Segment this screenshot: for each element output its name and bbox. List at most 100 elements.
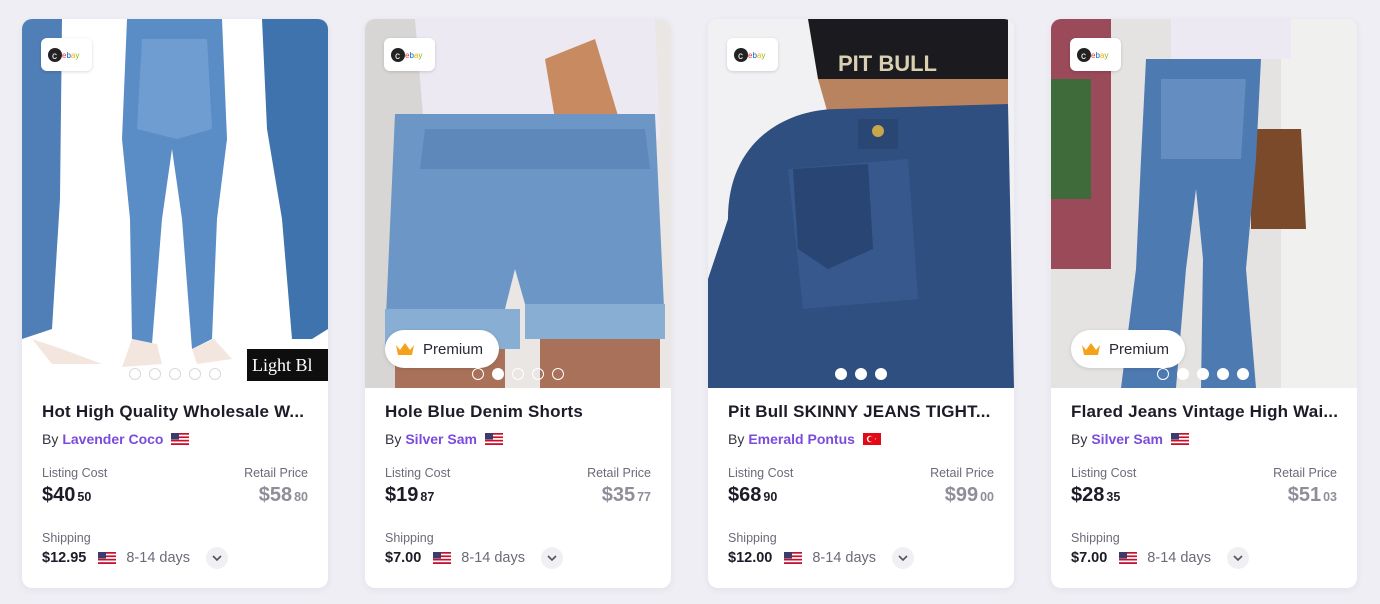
svg-text:c: c — [395, 51, 400, 62]
carousel-dots — [22, 368, 328, 380]
product-title[interactable]: Pit Bull SKINNY JEANS TIGHT... — [728, 402, 996, 422]
shipping-price: $12.00 — [728, 550, 773, 566]
ebay-badge: c ebay — [727, 38, 778, 71]
shipping-price: $7.00 — [385, 550, 422, 566]
carousel-dot[interactable] — [149, 368, 161, 380]
carousel-dot[interactable] — [835, 368, 847, 380]
carousel-dot[interactable] — [855, 368, 867, 380]
product-card[interactable]: c ebay Premium Flared Jeans Vintage High… — [1051, 19, 1357, 588]
seller-link[interactable]: Emerald Pontus — [748, 431, 855, 447]
svg-text:ebay: ebay — [405, 51, 422, 60]
carousel-dot[interactable] — [472, 368, 484, 380]
crown-icon — [396, 343, 414, 355]
svg-text:ebay: ebay — [62, 51, 79, 60]
us-flag-icon — [1119, 552, 1138, 564]
ebay-logo-icon: c ebay — [390, 47, 422, 62]
shipping-label: Shipping — [385, 531, 434, 545]
carousel-dot[interactable] — [532, 368, 544, 380]
seller-link[interactable]: Lavender Coco — [62, 431, 163, 447]
retail-price-label: Retail Price — [1273, 466, 1337, 480]
premium-badge: Premium — [1071, 330, 1186, 368]
product-image-carousel[interactable]: Light Bl c ebay — [22, 19, 328, 388]
us-flag-icon — [98, 552, 117, 564]
product-image-carousel[interactable]: c ebay Premium — [1051, 19, 1357, 388]
seller-line: By Silver Sam — [1071, 431, 1189, 447]
shipping-row: $7.00 8-14 days — [385, 547, 563, 569]
carousel-dot[interactable] — [875, 368, 887, 380]
by-label: By — [385, 431, 402, 447]
product-title[interactable]: Hole Blue Denim Shorts — [385, 402, 653, 422]
premium-label: Premium — [1109, 340, 1170, 358]
turkey-flag-icon — [862, 433, 881, 445]
svg-text:c: c — [52, 51, 57, 62]
carousel-dot[interactable] — [1217, 368, 1229, 380]
svg-text:c: c — [1081, 51, 1086, 62]
retail-price-label: Retail Price — [244, 466, 308, 480]
listing-cost-label: Listing Cost — [1071, 466, 1137, 480]
carousel-dot[interactable] — [1237, 368, 1249, 380]
chevron-down-icon — [212, 555, 222, 561]
ebay-logo-icon: c ebay — [47, 47, 79, 62]
by-label: By — [42, 431, 59, 447]
seller-line: By Emerald Pontus — [728, 431, 881, 447]
shipping-label: Shipping — [42, 531, 91, 545]
svg-text:ebay: ebay — [1091, 51, 1108, 60]
seller-link[interactable]: Silver Sam — [1091, 431, 1163, 447]
carousel-dot[interactable] — [169, 368, 181, 380]
product-image-carousel[interactable]: c ebay Premium — [365, 19, 671, 388]
ebay-badge: c ebay — [1070, 38, 1121, 71]
carousel-dot[interactable] — [129, 368, 141, 380]
product-grid: Light Bl c ebay Hot High Quality Wholesa… — [22, 19, 1357, 588]
listing-cost-value: $19 87 — [385, 484, 435, 506]
carousel-dot[interactable] — [189, 368, 201, 380]
product-card[interactable]: PIT BULL c ebay Pit Bull SKINNY JEANS TI… — [708, 19, 1014, 588]
product-card[interactable]: Light Bl c ebay Hot High Quality Wholesa… — [22, 19, 328, 588]
retail-price-value: $35 77 — [601, 484, 651, 506]
crown-icon — [1082, 343, 1100, 355]
retail-price-value: $99 00 — [944, 484, 994, 506]
svg-text:c: c — [738, 51, 743, 62]
image-caption-text: PIT BULL — [838, 51, 937, 76]
shipping-days: 8-14 days — [461, 550, 525, 566]
carousel-dot[interactable] — [512, 368, 524, 380]
us-flag-icon — [1170, 433, 1189, 445]
shipping-dropdown-button[interactable] — [540, 547, 563, 569]
product-card[interactable]: c ebay Premium Hole Blue Denim Shorts By… — [365, 19, 671, 588]
carousel-dot[interactable] — [1157, 368, 1169, 380]
listing-cost-label: Listing Cost — [728, 466, 794, 480]
carousel-dot[interactable] — [492, 368, 504, 380]
shipping-days: 8-14 days — [1147, 550, 1211, 566]
ebay-logo-icon: c ebay — [733, 47, 765, 62]
by-label: By — [1071, 431, 1088, 447]
listing-cost-value: $28 35 — [1071, 484, 1121, 506]
shipping-dropdown-button[interactable] — [892, 547, 915, 569]
chevron-down-icon — [547, 555, 557, 561]
product-image-carousel[interactable]: PIT BULL c ebay — [708, 19, 1014, 388]
product-title[interactable]: Hot High Quality Wholesale W... — [42, 402, 310, 422]
us-flag-icon — [171, 433, 190, 445]
shipping-label: Shipping — [728, 531, 777, 545]
chevron-down-icon — [1233, 555, 1243, 561]
premium-badge: Premium — [385, 330, 500, 368]
seller-line: By Lavender Coco — [42, 431, 190, 447]
by-label: By — [728, 431, 745, 447]
carousel-dot[interactable] — [209, 368, 221, 380]
product-title[interactable]: Flared Jeans Vintage High Wai... — [1071, 402, 1339, 422]
retail-price-value: $51 03 — [1287, 484, 1337, 506]
carousel-dot[interactable] — [1197, 368, 1209, 380]
shipping-dropdown-button[interactable] — [1226, 547, 1249, 569]
product-photo: Light Bl — [22, 19, 328, 388]
ebay-badge: c ebay — [384, 38, 435, 71]
shipping-row: $12.95 8-14 days — [42, 547, 229, 569]
product-photo: PIT BULL — [708, 19, 1014, 388]
shipping-dropdown-button[interactable] — [206, 547, 229, 569]
chevron-down-icon — [898, 555, 908, 561]
shipping-price: $12.95 — [42, 550, 87, 566]
shipping-days: 8-14 days — [126, 550, 191, 566]
retail-price-value: $58 80 — [258, 484, 308, 506]
seller-link[interactable]: Silver Sam — [405, 431, 477, 447]
carousel-dots — [708, 368, 1014, 380]
carousel-dot[interactable] — [1177, 368, 1189, 380]
shipping-row: $7.00 8-14 days — [1071, 547, 1249, 569]
carousel-dot[interactable] — [552, 368, 564, 380]
